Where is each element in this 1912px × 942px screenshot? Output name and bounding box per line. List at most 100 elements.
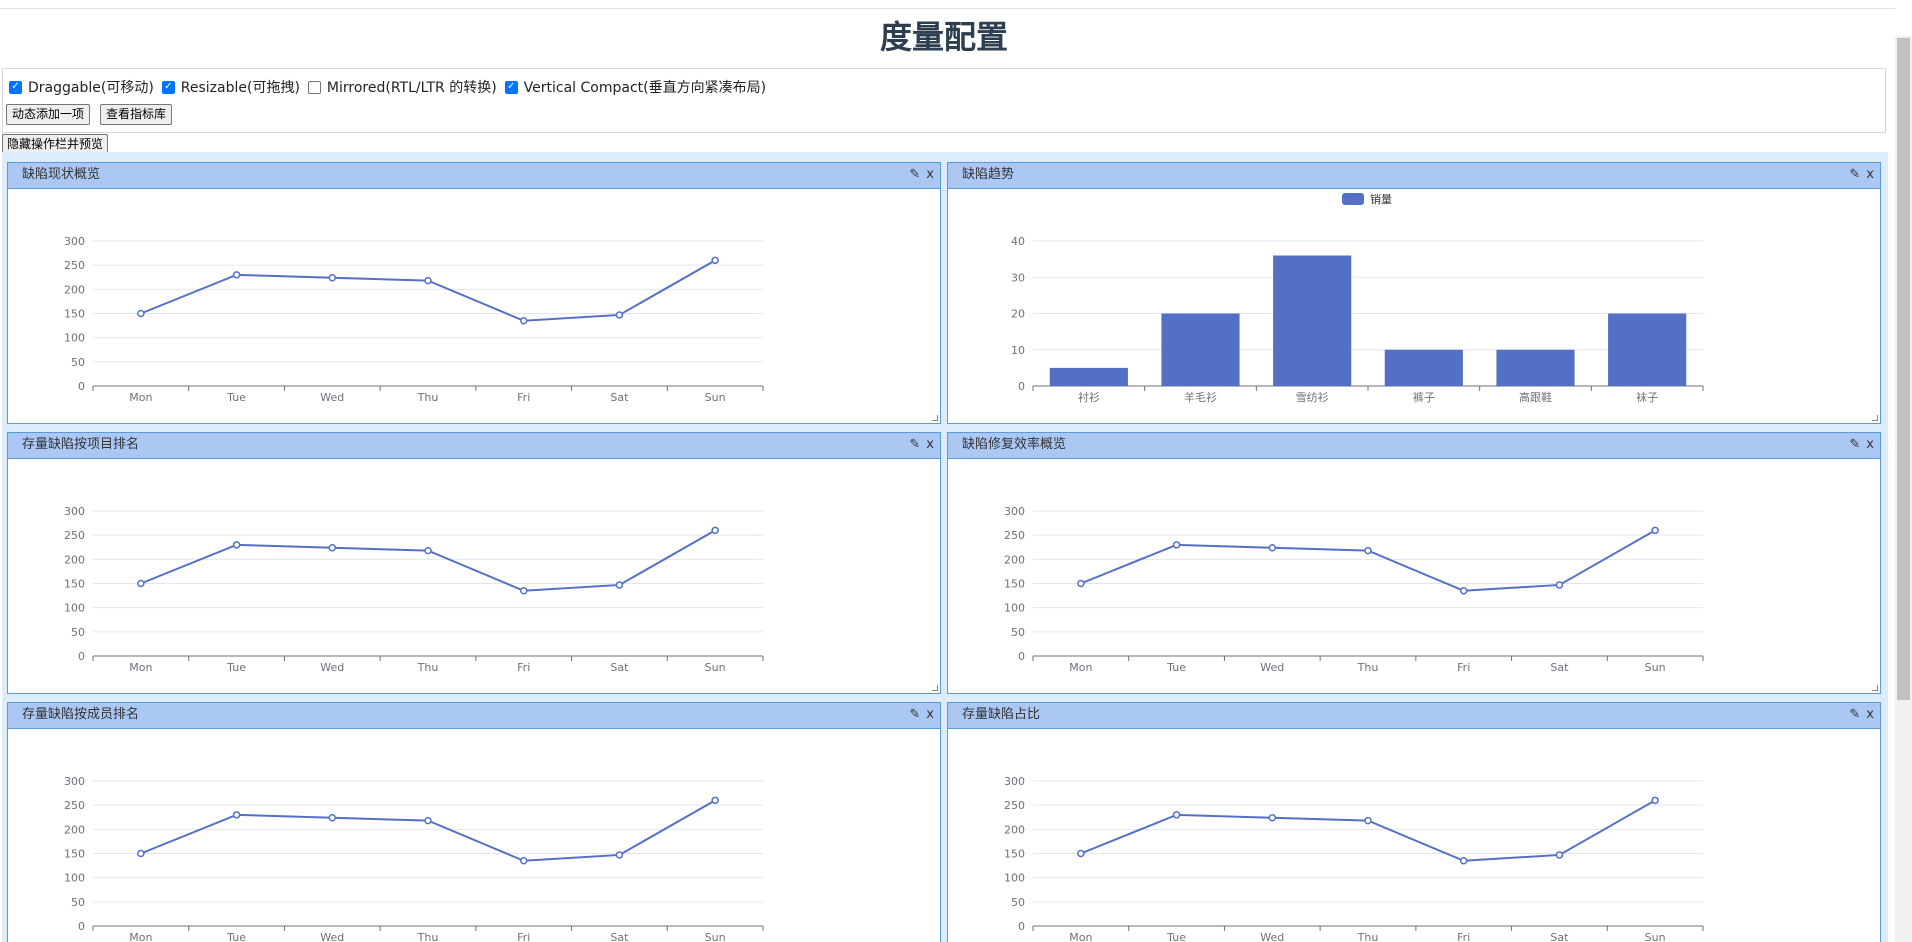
widget-panel[interactable]: 缺陷趋势 ✎ x 0 10 20 30 40 衬衫 羊毛衫 雪纺衫 裤子 高跟鞋 袜子 销量 <box>947 162 1881 424</box>
y-tick-label: 100 <box>64 872 85 885</box>
y-tick-label: 0 <box>1018 380 1025 393</box>
legend-label: 销量 <box>1370 192 1392 206</box>
data-point <box>1077 579 1085 588</box>
widget-panel[interactable]: 缺陷现状概览 ✎ x 0 50 100 150 200 250 300 Mon Tue Wed Thu Fr… <box>7 162 941 424</box>
y-tick-label: 0 <box>1018 650 1025 663</box>
y-tick-label: 10 <box>1011 344 1025 357</box>
x-tick-label: 羊毛衫 <box>1184 390 1217 404</box>
panel-actions: ✎ x <box>1843 703 1874 727</box>
edit-icon[interactable]: ✎ <box>909 433 920 457</box>
panel-title: 存量缺陷占比 <box>962 707 1041 722</box>
edit-icon[interactable]: ✎ <box>909 163 920 187</box>
x-tick-label: 雪纺衫 <box>1296 390 1329 404</box>
y-tick-label: 50 <box>71 356 85 369</box>
x-tick-label: Mon <box>1069 661 1092 674</box>
x-tick-label: Sun <box>1645 931 1666 942</box>
close-icon[interactable]: x <box>926 433 934 457</box>
data-point <box>328 543 337 552</box>
y-tick-label: 250 <box>64 799 85 812</box>
y-tick-label: 300 <box>1004 775 1025 788</box>
data-point <box>1172 541 1181 549</box>
panel-header[interactable]: 存量缺陷按成员排名 ✎ x <box>8 703 940 729</box>
panel-title: 存量缺陷按成员排名 <box>22 707 140 722</box>
mirrored-checkbox[interactable] <box>307 80 321 94</box>
panel-header[interactable]: 存量缺陷按项目排名 ✎ x <box>8 433 940 459</box>
edit-icon[interactable]: ✎ <box>1849 433 1860 457</box>
x-tick-label: 衬衫 <box>1078 391 1100 404</box>
data-point <box>1459 587 1468 595</box>
data-point <box>1459 857 1468 865</box>
x-tick-label: Mon <box>129 661 152 674</box>
edit-icon[interactable]: ✎ <box>1849 163 1860 187</box>
page: 度量配置 ✓ Draggable(可移动) ✓ Resizable(可拖拽) Mir… <box>0 0 1912 942</box>
chart: 0 50 100 150 200 250 300 Mon Tue Wed Thu Fri Sat Sun <box>64 505 764 674</box>
x-tick-label: Fri <box>1457 931 1470 942</box>
x-tick-label: Fri <box>517 661 530 674</box>
y-tick-label: 0 <box>78 920 85 933</box>
y-tick-label: 0 <box>78 380 85 393</box>
y-tick-label: 300 <box>64 505 85 518</box>
data-point <box>137 849 145 858</box>
y-tick-label: 40 <box>1011 235 1025 248</box>
y-tick-label: 100 <box>1004 872 1025 885</box>
legend-swatch <box>1342 193 1364 205</box>
x-tick-label: Tue <box>1166 931 1186 942</box>
panel-header[interactable]: 存量缺陷占比 ✎ x <box>948 703 1880 729</box>
data-point <box>711 796 719 805</box>
vertical-compact-checkbox[interactable]: ✓ <box>504 80 518 94</box>
y-tick-label: 20 <box>1011 308 1025 321</box>
data-point <box>328 273 337 282</box>
resize-handle[interactable] <box>1872 415 1878 421</box>
resize-handle[interactable] <box>932 685 938 691</box>
data-point <box>615 311 624 319</box>
option-resizable[interactable]: ✓ Resizable(可拖拽) <box>161 77 300 97</box>
panel-actions: ✎ x <box>1843 433 1874 457</box>
page-title: 度量配置 <box>879 18 1008 56</box>
panel-header[interactable]: 缺陷现状概览 ✎ x <box>8 163 940 189</box>
close-icon[interactable]: x <box>1866 433 1874 457</box>
panel-title: 缺陷修复效率概览 <box>962 437 1067 452</box>
y-tick-label: 150 <box>1004 578 1025 591</box>
chart: 0 10 20 30 40 衬衫 羊毛衫 雪纺衫 裤子 高跟鞋 袜子 销量 <box>1011 192 1704 404</box>
series-line <box>1080 529 1656 592</box>
option-vertical-compact[interactable]: ✓ Vertical Compact(垂直方向紧凑布局) <box>504 77 766 97</box>
resizable-checkbox[interactable]: ✓ <box>161 80 175 94</box>
hide-toolbar-button[interactable]: 隐藏操作栏并预览 <box>2 134 109 154</box>
metric-library-button[interactable]: 查看指标库 <box>100 104 173 125</box>
widget-panel[interactable]: 存量缺陷按项目排名 ✎ x 0 50 100 150 200 250 300 Mon Tue Wed Th… <box>7 432 941 694</box>
widget-panel[interactable]: 存量缺陷占比 ✎ x 0 50 100 150 200 250 300 Mon Tue Wed Thu Fr… <box>947 702 1881 942</box>
draggable-checkbox[interactable]: ✓ <box>9 80 22 94</box>
scrollbar-thumb[interactable] <box>1897 38 1910 700</box>
y-tick-label: 250 <box>64 259 85 272</box>
resize-handle[interactable] <box>932 415 938 421</box>
x-tick-label: 裤子 <box>1413 390 1435 404</box>
widget-panel[interactable]: 缺陷修复效率概览 ✎ x 0 50 100 150 200 250 300 Mon Tue Wed Thu… <box>947 432 1881 694</box>
x-tick-label: 袜子 <box>1636 390 1658 404</box>
close-icon[interactable]: x <box>1866 703 1874 727</box>
option-draggable[interactable]: ✓ Draggable(可移动) <box>9 77 154 97</box>
chart: 0 50 100 150 200 250 300 Mon Tue Wed Thu Fri Sat Sun <box>64 235 764 404</box>
data-point <box>424 276 432 285</box>
widget-panel[interactable]: 存量缺陷按成员排名 ✎ x 0 50 100 150 200 250 300 Mon Tue Wed Th… <box>7 702 941 942</box>
data-point <box>519 317 528 325</box>
close-icon[interactable]: x <box>1866 163 1874 187</box>
y-tick-label: 200 <box>64 823 85 836</box>
x-tick-label: Wed <box>320 661 344 674</box>
edit-icon[interactable]: ✎ <box>909 703 920 727</box>
close-icon[interactable]: x <box>926 163 934 187</box>
resize-handle[interactable] <box>1872 685 1878 691</box>
panel-header[interactable]: 缺陷修复效率概览 ✎ x <box>948 433 1880 459</box>
data-point <box>137 309 145 318</box>
series-line <box>140 529 716 592</box>
option-mirrored[interactable]: Mirrored(RTL/LTR 的转换) <box>307 77 497 97</box>
close-icon[interactable]: x <box>926 703 934 727</box>
panel-header[interactable]: 缺陷趋势 ✎ x <box>948 163 1880 189</box>
add-item-button[interactable]: 动态添加一项 <box>6 104 91 125</box>
y-tick-label: 50 <box>1011 626 1025 639</box>
vertical-scrollbar[interactable] <box>1895 36 1912 942</box>
edit-icon[interactable]: ✎ <box>1849 703 1860 727</box>
series-line <box>1080 799 1656 862</box>
y-tick-label: 100 <box>64 602 85 615</box>
data-point <box>519 857 528 865</box>
data-point <box>615 581 624 589</box>
